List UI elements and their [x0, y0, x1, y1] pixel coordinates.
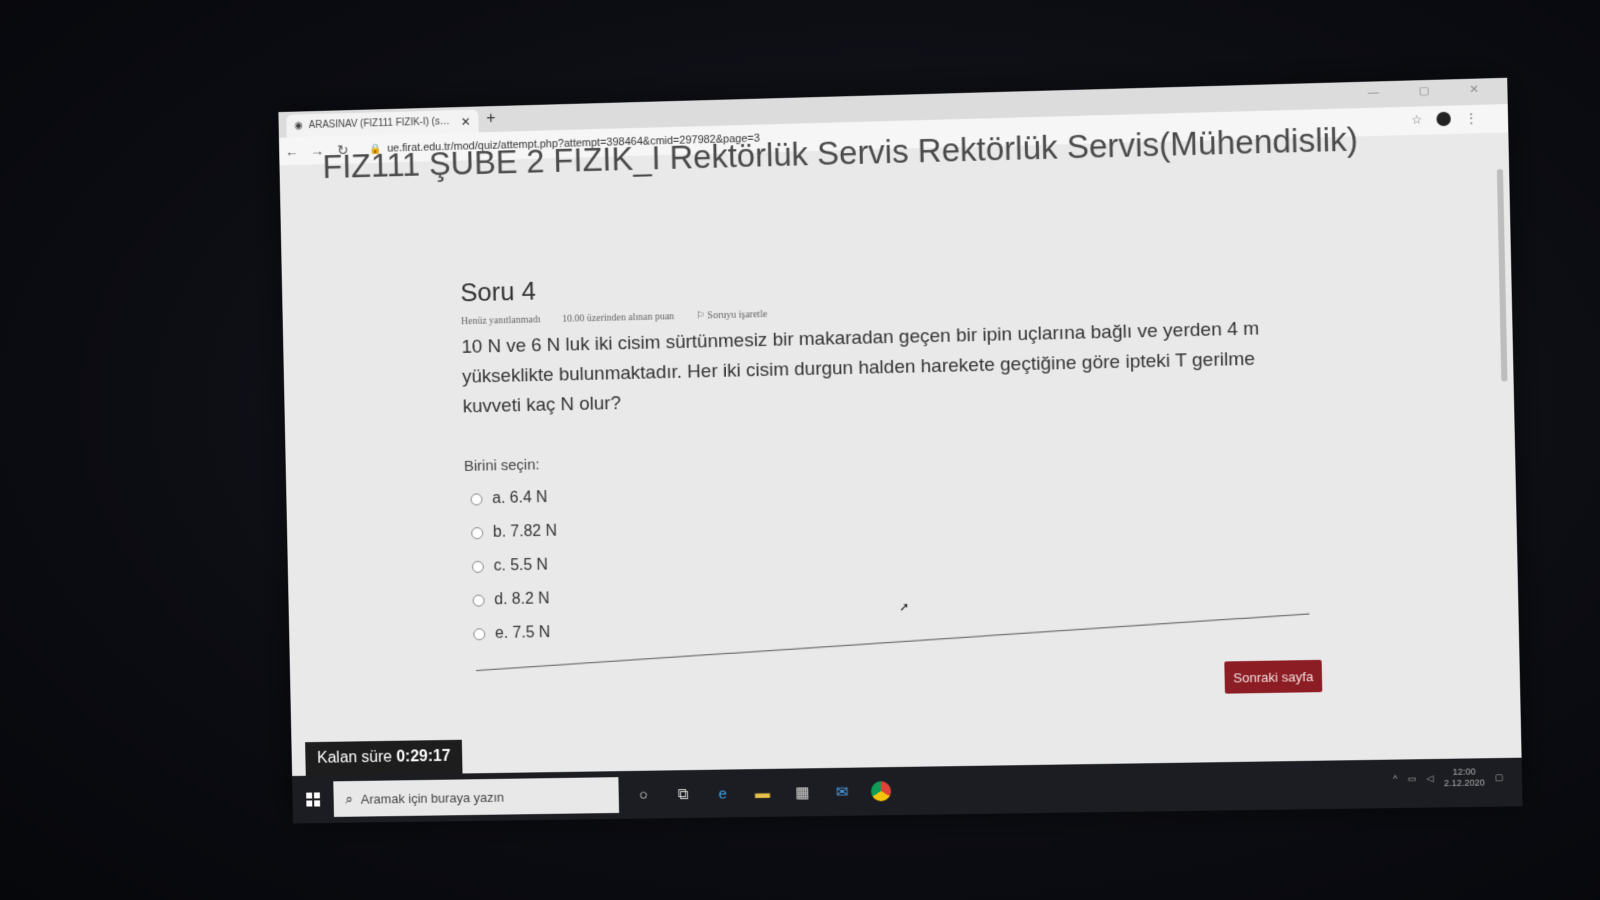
new-tab-button[interactable]: + — [486, 110, 496, 128]
flag-label: Soruyu işaretle — [707, 308, 768, 322]
option-label: d. 8.2 N — [494, 590, 550, 609]
store-icon[interactable]: ▦ — [791, 781, 813, 803]
radio-button[interactable] — [471, 527, 484, 540]
browser-menu-icon[interactable]: ⋮ — [1465, 111, 1478, 125]
timer-label: Kalan süre — [316, 748, 393, 767]
tab-title: ARASINAV (FIZ111 FIZIK-I) (sayfa — [308, 116, 455, 132]
timer-value: 0:29:17 — [396, 747, 451, 766]
radio-button[interactable] — [473, 628, 486, 641]
window-controls[interactable]: — ▢ ✕ — [1368, 82, 1498, 99]
chrome-icon[interactable] — [870, 781, 892, 802]
moodle-favicon-icon: ◉ — [294, 120, 303, 132]
task-view-icon[interactable]: ⧉ — [672, 783, 694, 805]
screen: ◉ ARASINAV (FIZ111 FIZIK-I) (sayfa ✕ + —… — [278, 77, 1523, 824]
radio-button[interactable] — [470, 493, 483, 506]
question-block: Soru 4 Henüz yanıtlanmadı 10.00 üzerinde… — [460, 257, 1307, 651]
clock-date: 2.12.2020 — [1443, 777, 1485, 789]
option-label: c. 5.5 N — [493, 556, 549, 575]
file-explorer-icon[interactable]: ▬ — [751, 782, 773, 804]
page-scrollbar[interactable] — [1496, 168, 1508, 382]
bookmark-star-icon[interactable]: ☆ — [1411, 112, 1422, 126]
windows-logo-icon — [306, 792, 321, 807]
network-icon[interactable]: ▭ — [1407, 773, 1416, 784]
tray-chevron-icon[interactable]: ^ — [1393, 774, 1398, 784]
system-tray: ^ ▭ ◁ 12:00 2.12.2020 ▢ — [1393, 766, 1504, 790]
radio-button[interactable] — [471, 560, 484, 573]
clock[interactable]: 12:00 2.12.2020 — [1444, 766, 1485, 789]
next-page-button[interactable]: Sonraki sayfa — [1224, 659, 1323, 694]
edge-icon[interactable]: e — [712, 782, 734, 804]
question-points: 10.00 üzerinden alınan puan — [562, 311, 675, 325]
close-tab-icon[interactable]: ✕ — [461, 114, 471, 128]
option-label: e. 7.5 N — [494, 624, 551, 642]
profile-avatar[interactable] — [1436, 111, 1451, 127]
clock-time: 12:00 — [1452, 766, 1476, 777]
flag-icon: ⚐ — [695, 310, 708, 322]
back-arrow-icon[interactable]: ← — [279, 143, 305, 159]
search-placeholder: Aramak için buraya yazın — [360, 789, 505, 807]
notification-icon[interactable]: ▢ — [1495, 772, 1504, 783]
time-remaining-badge: Kalan süre 0:29:17 — [305, 739, 463, 776]
cortana-icon[interactable]: ○ — [632, 784, 654, 806]
mouse-cursor-icon: ➚ — [899, 599, 910, 614]
volume-icon[interactable]: ◁ — [1426, 773, 1433, 784]
mail-icon[interactable]: ✉ — [831, 781, 853, 803]
option-label: b. 7.82 N — [492, 522, 558, 541]
question-status: Henüz yanıtlanmadı — [460, 314, 541, 328]
search-icon: ⌕ — [345, 790, 354, 807]
flag-question-link[interactable]: ⚐ Soruyu işaretle — [696, 309, 767, 322]
radio-button[interactable] — [472, 594, 485, 607]
start-button[interactable] — [292, 792, 333, 807]
question-text: 10 N ve 6 N luk iki cisim sürtünmesiz bi… — [461, 318, 1260, 418]
option-label: a. 6.4 N — [492, 489, 548, 508]
taskbar-search[interactable]: ⌕ Aramak için buraya yazın — [333, 777, 620, 817]
